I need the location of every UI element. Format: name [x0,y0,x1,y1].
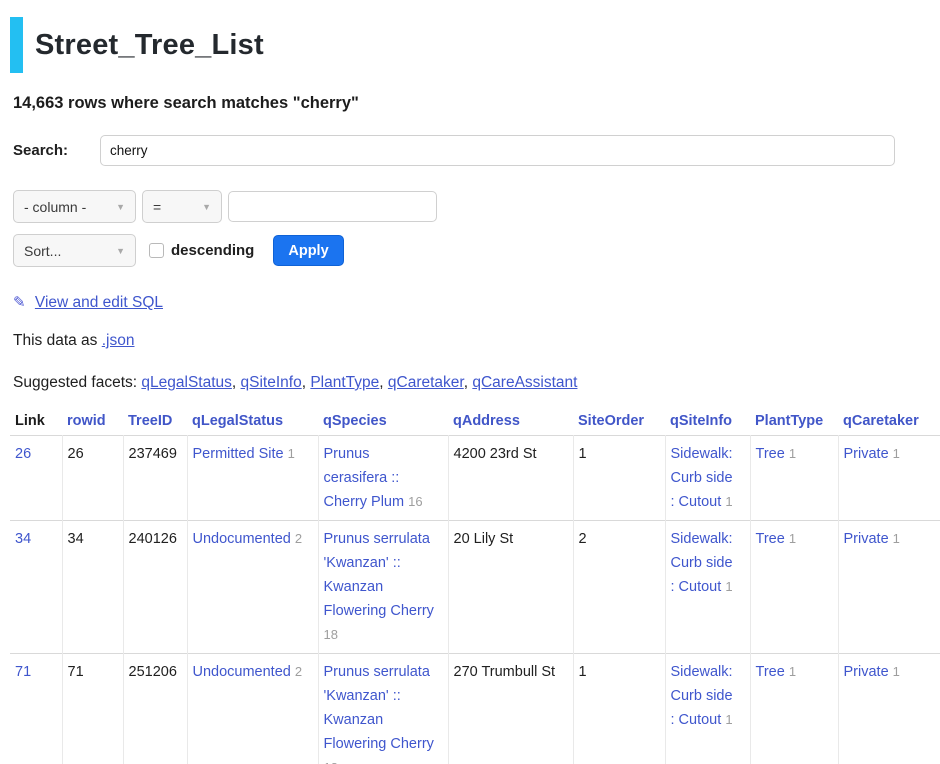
data-export-line: This data as .json [13,332,940,350]
column-header-rowid[interactable]: rowid [62,409,123,436]
chevron-down-icon: ▼ [116,246,125,256]
column-header-treeid[interactable]: TreeID [123,409,187,436]
siteorder-value: 2 [579,531,587,547]
qcaretaker-link[interactable]: Private [844,531,889,547]
search-label: Search: [13,142,100,159]
column-header-qsiteinfo[interactable]: qSiteInfo [665,409,750,436]
facet-count: 18 [324,760,338,764]
qsiteinfo-link[interactable]: Sidewalk: Curb side : Cutout [671,531,733,595]
siteorder-value: 1 [579,664,587,680]
filter-row: - column - ▼ = ▼ [13,190,940,223]
view-edit-sql-link[interactable]: View and edit SQL [35,294,163,311]
qsiteinfo-link[interactable]: Sidewalk: Curb side : Cutout [671,446,733,510]
table-row: 71 71 251206 Undocumented 2 Prunus serru… [10,654,940,764]
treeid-value: 251206 [129,664,177,680]
qcaretaker-link[interactable]: Private [844,446,889,462]
facet-count: 1 [725,579,732,594]
sort-selected: Sort... [24,243,61,259]
column-header-planttype[interactable]: PlantType [750,409,838,436]
facet-link-planttype[interactable]: PlantType [310,374,379,391]
treeid-value: 237469 [129,446,177,462]
facet-count: 1 [288,446,295,461]
qcaretaker-link[interactable]: Private [844,664,889,680]
qspecies-link[interactable]: Prunus serrulata 'Kwanzan' :: Kwanzan Fl… [324,531,434,619]
sort-row: Sort... ▼ descending Apply [13,234,940,267]
qspecies-link[interactable]: Prunus cerasifera :: Cherry Plum [324,446,405,510]
qaddress-value: 4200 23rd St [454,446,537,462]
search-row: Search: [13,135,940,166]
column-header-qcaretaker[interactable]: qCaretaker [838,409,940,436]
facet-count: 18 [324,627,338,642]
siteorder-value: 1 [579,446,587,462]
column-header-link: Link [10,409,62,436]
treeid-value: 240126 [129,531,177,547]
planttype-link[interactable]: Tree [756,531,785,547]
row-link[interactable]: 26 [15,446,31,462]
datasette-table-page: Street_Tree_List 14,663 rows where searc… [0,0,940,764]
facet-count: 1 [789,531,796,546]
title-bar: Street_Tree_List [10,16,940,74]
column-header-siteorder[interactable]: SiteOrder [573,409,665,436]
suggested-facets-line: Suggested facets: qLegalStatus, qSiteInf… [13,374,940,392]
column-header-qaddress[interactable]: qAddress [448,409,573,436]
table-row: 34 34 240126 Undocumented 2 Prunus serru… [10,521,940,654]
results-table: Link rowid TreeID qLegalStatus qSpecies … [10,409,940,764]
filter-value-input[interactable] [228,191,437,222]
facet-count: 1 [725,494,732,509]
search-input[interactable] [100,135,895,166]
column-header-qspecies[interactable]: qSpecies [318,409,448,436]
rowid-value: 34 [68,531,84,547]
qaddress-value: 270 Trumbull St [454,664,556,680]
accent-bar [10,17,23,73]
chevron-down-icon: ▼ [202,202,211,212]
sql-link-line: ✎ View and edit SQL [13,293,940,312]
row-count-summary: 14,663 rows where search matches "cherry… [13,94,940,113]
facets-prefix: Suggested facets: [13,374,137,391]
row-link[interactable]: 71 [15,664,31,680]
table-header-row: Link rowid TreeID qLegalStatus qSpecies … [10,409,940,436]
facet-count: 1 [725,712,732,727]
filter-operator-selected: = [153,199,161,215]
filter-operator-select[interactable]: = ▼ [142,190,222,223]
qlegalstatus-link[interactable]: Undocumented [193,664,291,680]
planttype-link[interactable]: Tree [756,446,785,462]
facet-link-qcaretaker[interactable]: qCaretaker [388,374,464,391]
facet-count: 1 [893,446,900,461]
facet-separator: , [232,374,241,391]
facet-count: 1 [893,531,900,546]
apply-button[interactable]: Apply [273,235,343,266]
facet-count: 1 [893,664,900,679]
rowid-value: 26 [68,446,84,462]
facet-count: 1 [789,664,796,679]
facet-count: 2 [295,531,302,546]
descending-label: descending [171,242,254,259]
qspecies-link[interactable]: Prunus serrulata 'Kwanzan' :: Kwanzan Fl… [324,664,434,752]
qlegalstatus-link[interactable]: Undocumented [193,531,291,547]
row-link[interactable]: 34 [15,531,31,547]
table-row: 26 26 237469 Permitted Site 1 Prunus cer… [10,436,940,521]
qlegalstatus-link[interactable]: Permitted Site [193,446,284,462]
facet-separator: , [379,374,388,391]
page-title: Street_Tree_List [35,29,264,62]
facet-count: 16 [408,494,422,509]
data-as-prefix: This data as [13,332,97,349]
column-header-qlegalstatus[interactable]: qLegalStatus [187,409,318,436]
pencil-icon: ✎ [13,294,26,311]
chevron-down-icon: ▼ [116,202,125,212]
facet-count: 2 [295,664,302,679]
facet-link-qcareassistant[interactable]: qCareAssistant [472,374,577,391]
facet-link-qlegalstatus[interactable]: qLegalStatus [141,374,232,391]
facet-count: 1 [789,446,796,461]
filter-column-selected: - column - [24,199,86,215]
planttype-link[interactable]: Tree [756,664,785,680]
descending-checkbox[interactable] [149,243,164,258]
rowid-value: 71 [68,664,84,680]
qaddress-value: 20 Lily St [454,531,514,547]
qsiteinfo-link[interactable]: Sidewalk: Curb side : Cutout [671,664,733,728]
facet-link-qsiteinfo[interactable]: qSiteInfo [241,374,302,391]
sort-select[interactable]: Sort... ▼ [13,234,136,267]
filter-column-select[interactable]: - column - ▼ [13,190,136,223]
json-export-link[interactable]: .json [102,332,135,349]
